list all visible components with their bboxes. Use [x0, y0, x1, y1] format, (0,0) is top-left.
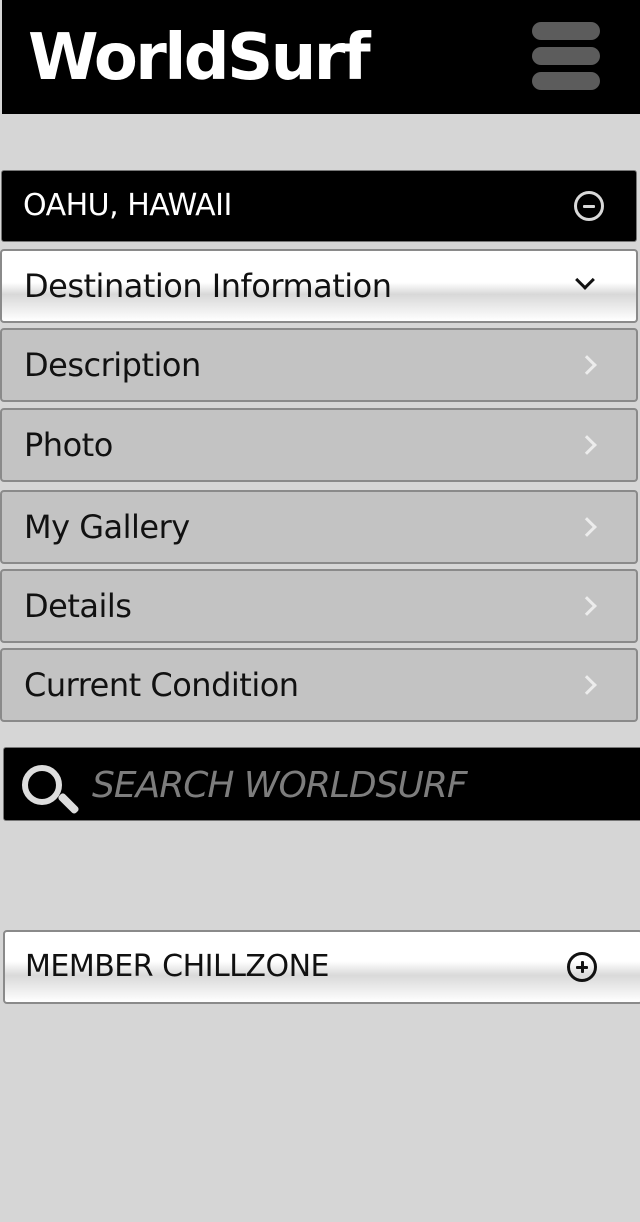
accordion-item-current-condition[interactable]: Current Condition [0, 648, 638, 722]
accordion-item-label: Destination Information [24, 267, 392, 305]
magnifier-handle [57, 792, 80, 815]
plus-circle-icon[interactable] [567, 952, 597, 982]
menu-bar [532, 22, 600, 40]
location-title: OAHU, HAWAII [23, 188, 232, 223]
member-chillzone-header[interactable]: MEMBER CHILLZONE [3, 930, 640, 1004]
accordion-item-my-gallery[interactable]: My Gallery [0, 490, 638, 564]
search-bar [3, 747, 640, 821]
hamburger-menu-icon[interactable] [524, 14, 608, 98]
app-header: WorldSurf [2, 0, 640, 114]
accordion-item-destination-information[interactable]: Destination Information [0, 249, 638, 323]
search-icon[interactable] [20, 761, 80, 817]
chevron-right-icon [577, 675, 597, 695]
app-logo[interactable]: WorldSurf [28, 16, 371, 100]
chevron-right-icon [577, 355, 597, 375]
accordion-item-photo[interactable]: Photo [0, 408, 638, 482]
member-chillzone-title: MEMBER CHILLZONE [25, 949, 329, 984]
magnifier-lens [22, 765, 62, 805]
accordion-item-label: My Gallery [24, 508, 190, 546]
accordion-item-details[interactable]: Details [0, 569, 638, 643]
menu-bar [532, 47, 600, 65]
menu-bar [532, 72, 600, 90]
minus-circle-icon[interactable] [574, 191, 604, 221]
accordion-item-description[interactable]: Description [0, 328, 638, 402]
search-input[interactable] [92, 760, 612, 810]
chevron-right-icon [577, 435, 597, 455]
accordion-item-label: Description [24, 346, 201, 384]
plus-stroke-vertical [580, 961, 584, 973]
chevron-down-icon [575, 270, 595, 290]
chevron-right-icon [577, 517, 597, 537]
accordion-item-label: Current Condition [24, 666, 299, 704]
minus-stroke [583, 204, 595, 208]
location-section-header[interactable]: OAHU, HAWAII [1, 170, 637, 242]
chevron-right-icon [577, 596, 597, 616]
accordion-item-label: Details [24, 587, 132, 625]
accordion-item-label: Photo [24, 426, 113, 464]
